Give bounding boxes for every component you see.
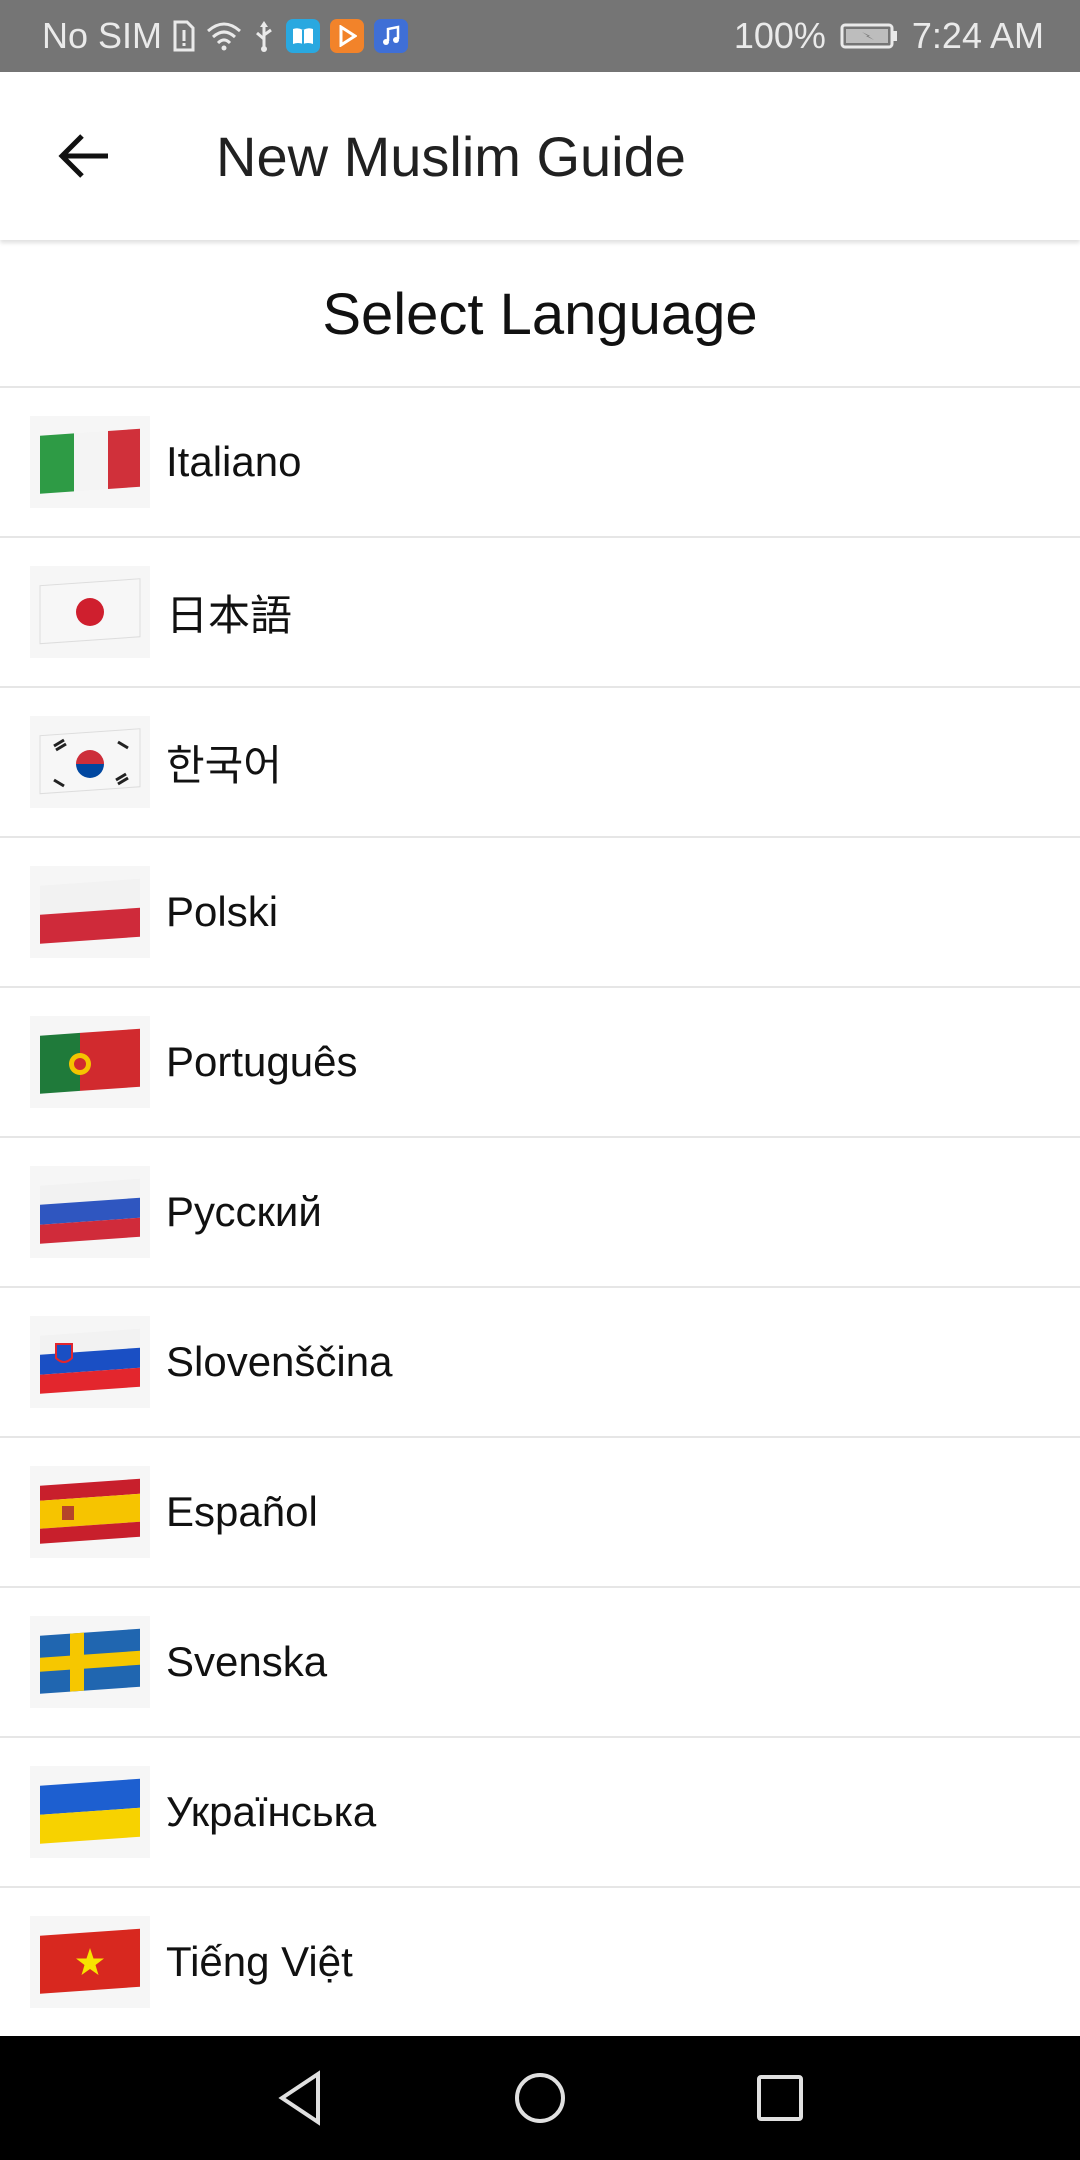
japan-flag-icon <box>30 566 150 658</box>
sim-alert-icon <box>172 20 196 52</box>
language-item-polski[interactable]: Polski <box>0 838 1080 988</box>
poland-flag-icon <box>30 866 150 958</box>
page-title: Select Language <box>0 242 1080 388</box>
language-label: Русский <box>166 1188 322 1235</box>
language-item-italiano[interactable]: Italiano <box>0 388 1080 538</box>
language-label: Español <box>166 1488 318 1535</box>
spain-flag-icon <box>30 1466 150 1558</box>
language-list: Italiano 日本語 한국어 Polski Português Русски… <box>0 388 1080 2038</box>
app-title: New Muslim Guide <box>216 124 686 188</box>
status-bar: No SIM 100% 7:24 AM <box>0 0 1080 72</box>
nav-recents-button[interactable] <box>740 2058 820 2138</box>
language-item-tieng-viet[interactable]: Tiếng Việt <box>0 1888 1080 2038</box>
music-app-icon <box>374 19 409 53</box>
nav-home-icon <box>515 2073 565 2123</box>
language-item-portugues[interactable]: Português <box>0 988 1080 1138</box>
play-app-icon <box>330 19 365 53</box>
language-item-ukrainska[interactable]: Українська <box>0 1738 1080 1888</box>
system-nav-bar <box>0 2036 1080 2160</box>
italy-flag-icon <box>30 416 150 508</box>
slovenia-flag-icon <box>30 1316 150 1408</box>
language-label: Українська <box>166 1788 377 1835</box>
korea-flag-icon <box>30 716 150 808</box>
vietnam-flag-icon <box>30 1916 150 2008</box>
arrow-back-icon <box>58 134 108 178</box>
clock: 7:24 AM <box>911 15 1044 56</box>
portugal-flag-icon <box>30 1016 150 1108</box>
language-item-korean[interactable]: 한국어 <box>0 688 1080 838</box>
battery-percent: 100% <box>733 15 826 56</box>
back-button[interactable] <box>34 106 134 206</box>
language-label: Português <box>166 1038 358 1085</box>
nav-home-button[interactable] <box>500 2058 580 2138</box>
language-label: 한국어 <box>166 741 282 789</box>
language-item-slovenscina[interactable]: Slovenščina <box>0 1288 1080 1438</box>
russia-flag-icon <box>30 1166 150 1258</box>
language-item-japanese[interactable]: 日本語 <box>0 538 1080 688</box>
language-label: Tiếng Việt <box>166 1938 353 1985</box>
wifi-icon <box>206 21 242 51</box>
language-item-russkiy[interactable]: Русский <box>0 1138 1080 1288</box>
nav-recents-icon <box>757 2075 803 2121</box>
language-item-svenska[interactable]: Svenska <box>0 1588 1080 1738</box>
ukraine-flag-icon <box>30 1766 150 1858</box>
language-label: Slovenščina <box>166 1338 393 1385</box>
language-label: Svenska <box>166 1638 328 1685</box>
language-label: 日本語 <box>166 591 293 639</box>
language-label: Polski <box>166 888 279 935</box>
nav-back-button[interactable] <box>260 2058 340 2138</box>
battery-charging-icon <box>840 22 898 50</box>
sweden-flag-icon <box>30 1616 150 1708</box>
language-label: Italiano <box>166 438 302 485</box>
app-bar: New Muslim Guide <box>0 72 1080 240</box>
book-app-icon <box>286 19 321 53</box>
carrier-text: No SIM <box>42 15 163 56</box>
language-item-espanol[interactable]: Español <box>0 1438 1080 1588</box>
nav-back-icon <box>278 2070 320 2126</box>
usb-icon <box>252 19 276 53</box>
